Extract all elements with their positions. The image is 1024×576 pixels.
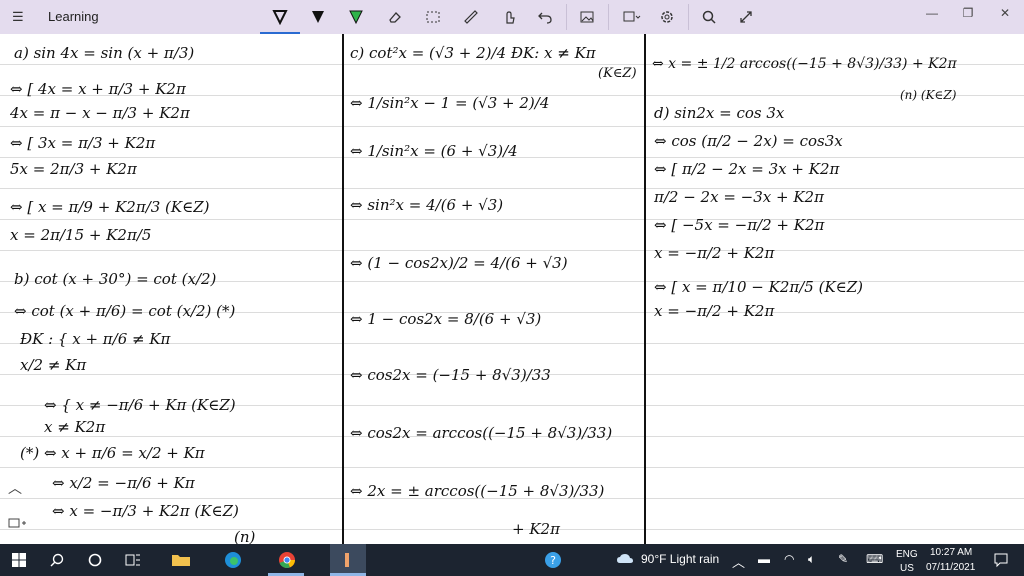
- edge-icon[interactable]: [222, 549, 244, 571]
- language-top[interactable]: ENG: [896, 549, 918, 560]
- note-line: ⇔ cot (x + π/6) = cot (x/2) (*): [14, 302, 236, 320]
- collapse-up-icon[interactable]: ︿: [8, 478, 22, 498]
- note-line: c) cot²x = (√3 + 2)/4 ĐK: x ≠ Kπ: [350, 44, 596, 62]
- note-line: ⇔ (1 − cos2x)/2 = 4/(6 + √3): [350, 254, 568, 272]
- start-icon[interactable]: [8, 549, 30, 571]
- note-line: d) sin2x = cos 3x: [654, 104, 785, 122]
- note-line: ⇔ sin²x = 4/(6 + √3): [350, 196, 504, 214]
- note-line: ⇔ 1/sin²x = (6 + √3)/4: [350, 142, 518, 160]
- search-icon[interactable]: [697, 6, 721, 28]
- volume-icon[interactable]: 🔈︎: [808, 552, 815, 567]
- toolbar-separator: [688, 4, 689, 30]
- pen-green-icon[interactable]: [344, 6, 368, 28]
- pen-black-icon[interactable]: [260, 6, 300, 34]
- note-line: 5x = 2π/3 + K2π: [10, 160, 137, 178]
- note-line: x/2 ≠ Kπ: [20, 356, 87, 374]
- image-icon[interactable]: [575, 6, 599, 28]
- note-line: ⇔ cos (π/2 − 2x) = cos3x: [654, 132, 843, 150]
- note-line: ⇔ [ 4x = x + π/3 + K2π: [10, 80, 186, 98]
- pen-black2-icon[interactable]: [306, 6, 330, 28]
- wifi-icon[interactable]: ◠: [784, 552, 794, 566]
- clock-date[interactable]: 07/11/2021: [926, 562, 975, 573]
- note-line: b) cot (x + 30°) = cot (x/2): [14, 270, 217, 288]
- pen-workspace-icon[interactable]: ✎: [838, 552, 848, 566]
- note-line: ⇔ cos2x = (−15 + 8√3)/33: [350, 366, 551, 384]
- maximize-button[interactable]: ❐: [956, 6, 980, 26]
- note-line: π/2 − 2x = −3x + K2π: [654, 188, 824, 206]
- note-line: x = −π/2 + K2π: [654, 302, 775, 320]
- note-line: ⇔ x = −π/3 + K2π (K∈Z): [52, 502, 239, 520]
- note-line: ĐK : { x + π/6 ≠ Kπ: [20, 330, 171, 348]
- note-line: ⇔ cos2x = arccos((−15 + 8√3)/33): [350, 424, 613, 442]
- close-button[interactable]: ✕: [993, 6, 1017, 26]
- weather-icon: [614, 549, 636, 571]
- touch-writing-icon[interactable]: [497, 6, 521, 28]
- note-line: ⇔ [ x = π/9 + K2π/3 (K∈Z): [10, 198, 210, 216]
- toolbar-separator: [608, 4, 609, 30]
- note-line: ⇔ [ −5x = −π/2 + K2π: [654, 216, 825, 234]
- note-line: ⇔ 1/sin²x − 1 = (√3 + 2)/4: [350, 94, 550, 112]
- note-line: (K∈Z): [598, 66, 637, 81]
- svg-text:?: ?: [550, 554, 556, 567]
- expand-icon[interactable]: [734, 6, 758, 28]
- toolbar-separator: [566, 4, 567, 30]
- note-line: ⇔ [ 3x = π/3 + K2π: [10, 134, 156, 152]
- note-line: x = −π/2 + K2π: [654, 244, 775, 262]
- note-line: ⇔ 2x = ± arccos((−15 + 8√3)/33): [350, 482, 605, 500]
- taskbar: ? 90°F Light rain ︿ ▬ ◠ 🔈︎ ✎ ⌨︎ ENG US 1…: [0, 544, 1024, 576]
- lasso-select-icon[interactable]: [421, 6, 445, 28]
- ruler-icon[interactable]: [459, 6, 483, 28]
- cortana-icon[interactable]: [84, 549, 106, 571]
- minimize-button[interactable]: —: [920, 6, 944, 26]
- note-line: (*) ⇔ x + π/6 = x/2 + Kπ: [20, 444, 205, 462]
- note-line: x ≠ K2π: [44, 418, 106, 436]
- file-explorer-icon[interactable]: [170, 549, 192, 571]
- notifications-icon[interactable]: [990, 549, 1012, 571]
- note-line: ⇔ [ x = π/10 − K2π/5 (K∈Z): [654, 278, 864, 296]
- note-line: a) sin 4x = sin (x + π/3): [14, 44, 195, 62]
- pages-panel-icon[interactable]: [8, 516, 28, 533]
- search-icon[interactable]: [46, 549, 68, 571]
- column-divider: [342, 34, 344, 544]
- learning-app-icon[interactable]: [330, 544, 366, 576]
- help-icon[interactable]: ?: [542, 549, 564, 571]
- clock-time[interactable]: 10:27 AM: [930, 547, 972, 558]
- chrome-icon[interactable]: [276, 549, 298, 571]
- note-line: ⇔ x = ± 1/2 arccos((−15 + 8√3)/33) + K2π: [652, 56, 957, 72]
- note-line: 4x = π − x − π/3 + K2π: [10, 104, 190, 122]
- chevron-up-icon[interactable]: ︿: [732, 552, 745, 571]
- shapes-icon[interactable]: [620, 6, 644, 28]
- note-line: ⇔ [ π/2 − 2x = 3x + K2π: [654, 160, 840, 178]
- touch-keyboard-icon[interactable]: ⌨︎: [866, 552, 883, 566]
- note-line: ⇔ 1 − cos2x = 8/(6 + √3): [350, 310, 542, 328]
- note-line: ⇔ x/2 = −π/6 + Kπ: [52, 474, 195, 492]
- note-line: (n) (K∈Z): [900, 88, 957, 102]
- note-line: + K2π: [512, 520, 560, 538]
- undo-icon[interactable]: [533, 6, 557, 28]
- eraser-icon[interactable]: [383, 6, 407, 28]
- note-line: ⇔ { x ≠ −π/6 + Kπ (K∈Z): [44, 396, 236, 414]
- battery-icon[interactable]: ▬: [758, 552, 770, 566]
- column-divider: [644, 34, 646, 544]
- language-bottom[interactable]: US: [900, 563, 914, 574]
- settings-icon[interactable]: [655, 6, 679, 28]
- app-title: Learning: [48, 9, 99, 24]
- note-line: x = 2π/15 + K2π/5: [10, 226, 152, 244]
- title-bar: ☰ Learning — ❐ ✕: [0, 0, 1024, 34]
- menu-icon[interactable]: ☰: [12, 9, 26, 25]
- weather-text[interactable]: 90°F Light rain: [641, 552, 719, 566]
- task-view-icon[interactable]: [122, 549, 144, 571]
